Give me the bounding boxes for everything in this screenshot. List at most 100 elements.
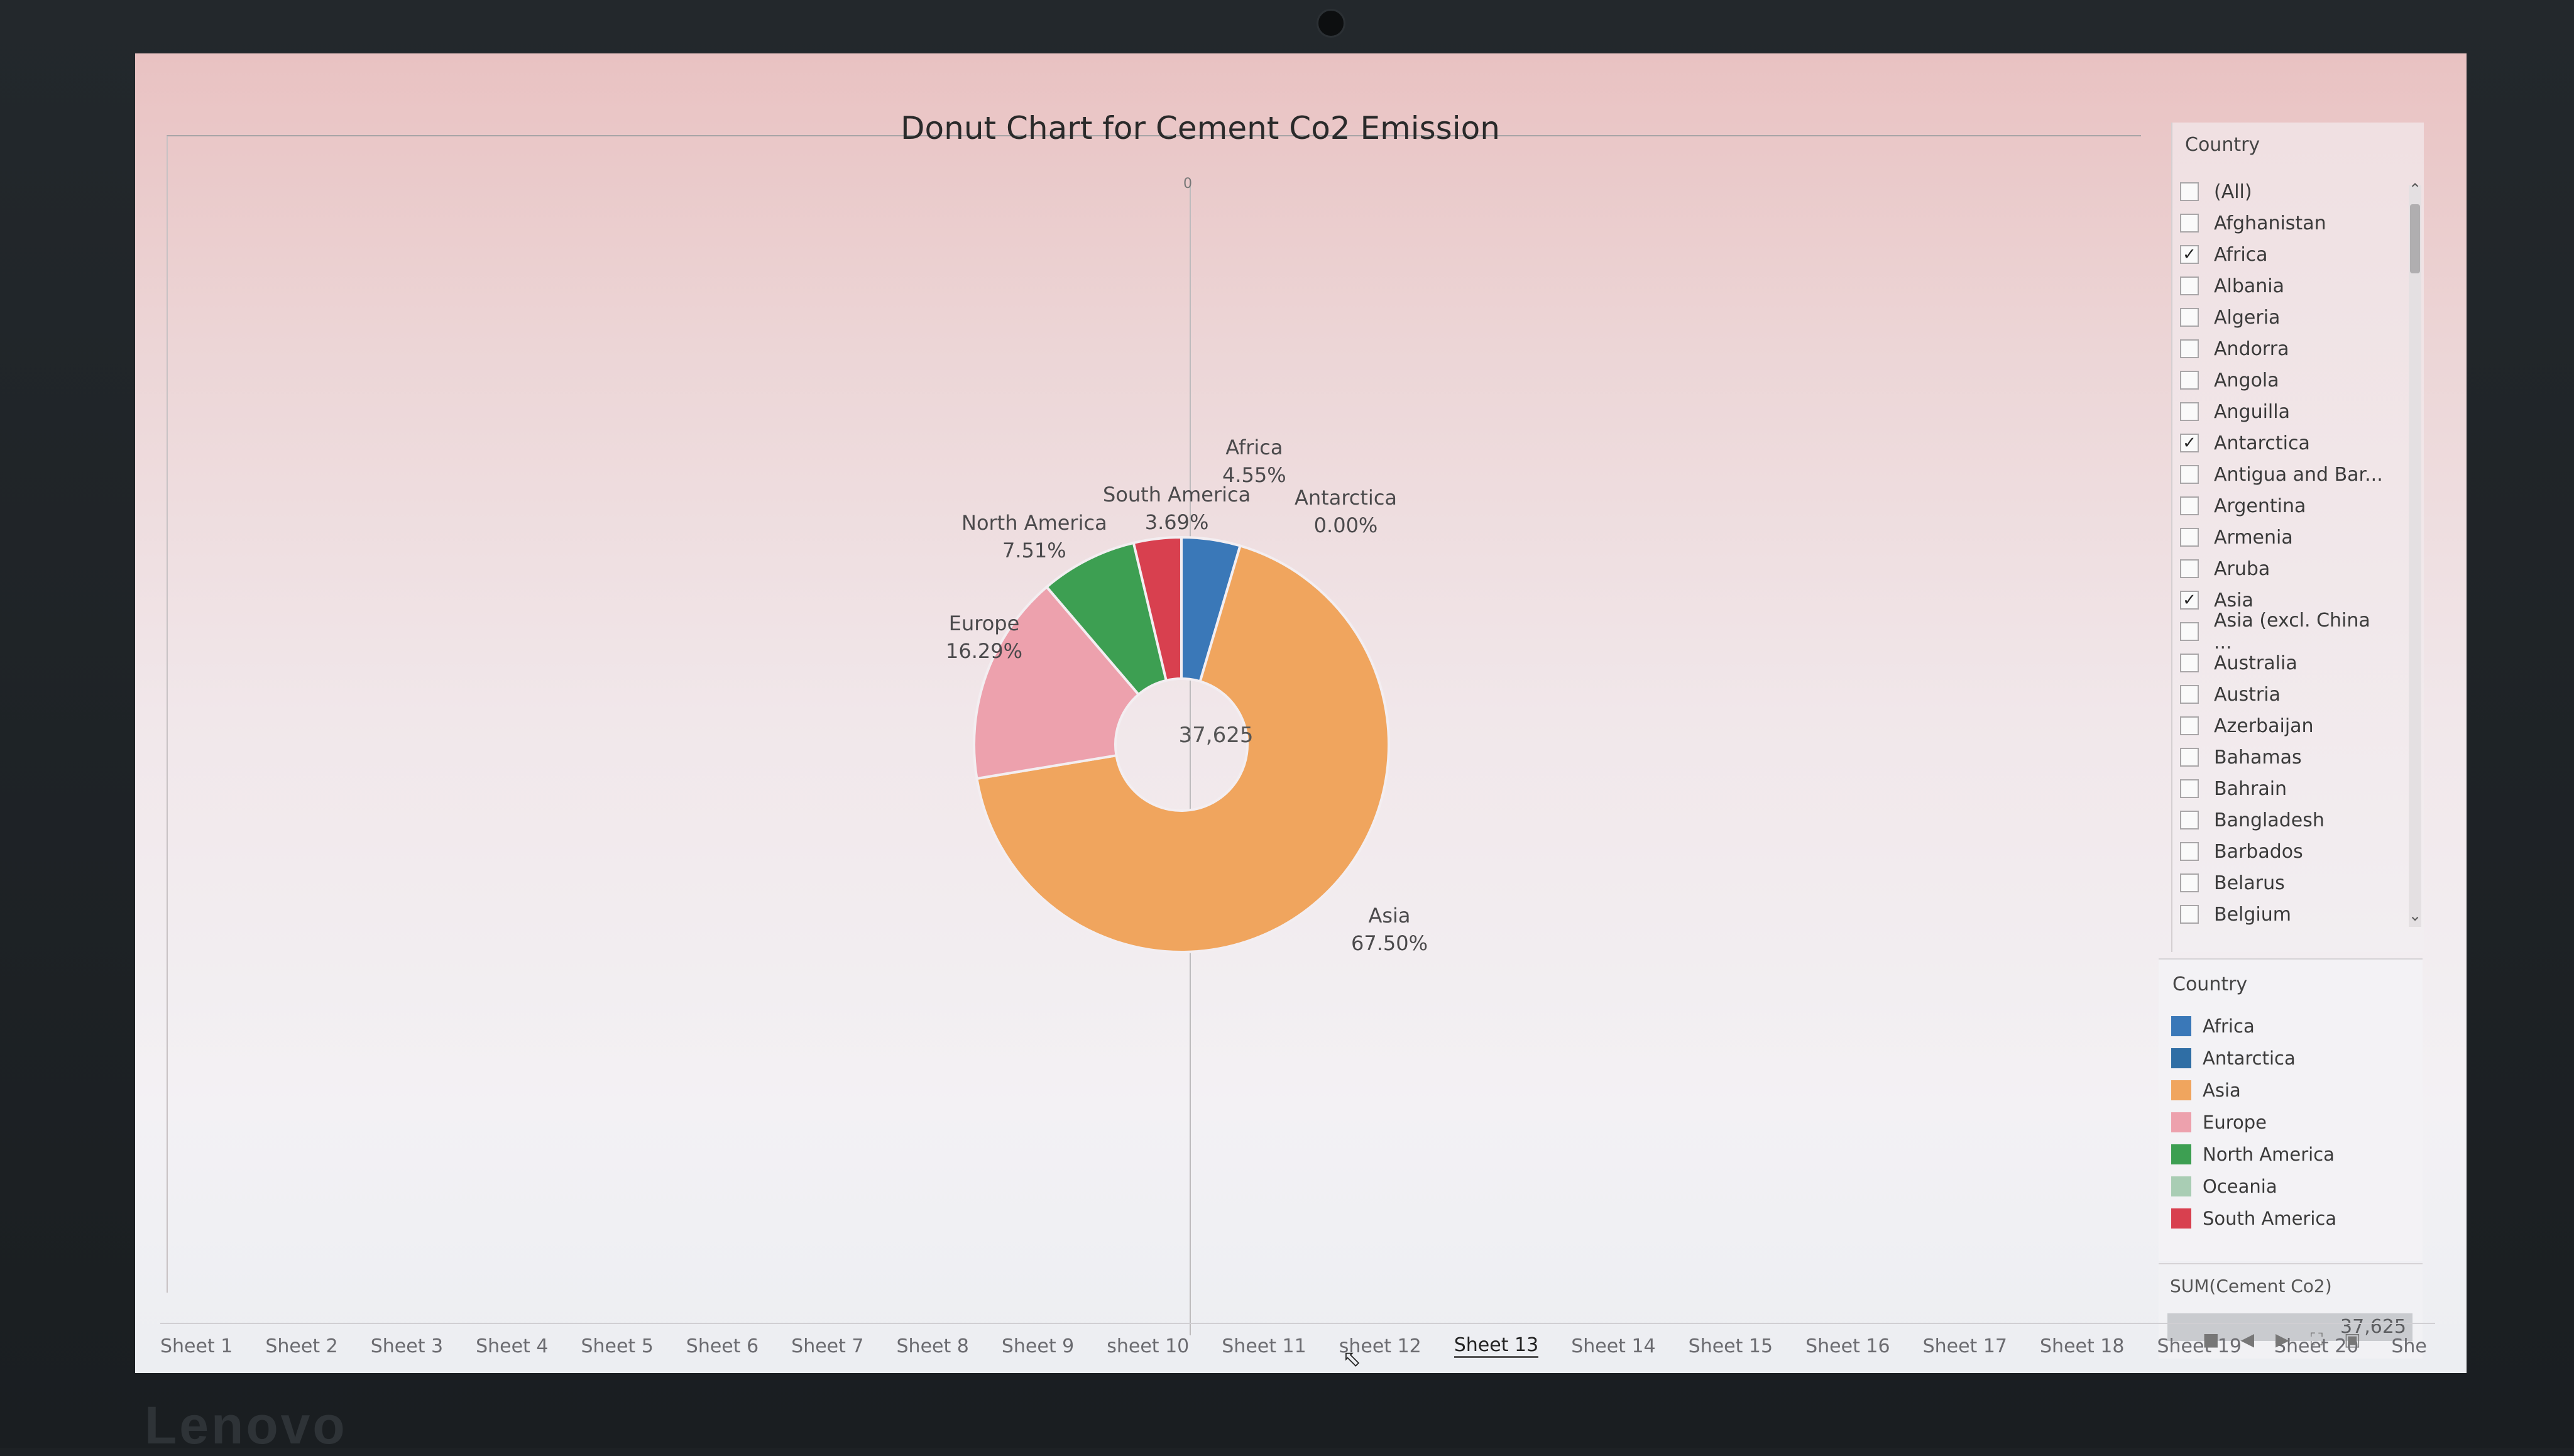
checkbox-checked-icon[interactable]: ✓	[2180, 245, 2199, 264]
filter-item[interactable]: Asia (excl. China ...	[2180, 610, 2394, 654]
checkbox-icon[interactable]	[2180, 779, 2199, 798]
sheet-tab[interactable]: Sheet 18	[2040, 1335, 2124, 1357]
legend-item[interactable]: South America	[2171, 1202, 2336, 1234]
slice-label-percent: 0.00%	[1313, 513, 1378, 537]
checkbox-icon[interactable]	[2180, 402, 2199, 421]
sheet-tab[interactable]: Sheet 13	[1454, 1334, 1539, 1358]
sheet-tab[interactable]: Sheet 3	[371, 1335, 443, 1357]
filter-item[interactable]: (All)	[2180, 176, 2394, 207]
checkbox-icon[interactable]	[2180, 528, 2199, 547]
filter-item[interactable]: Armenia	[2180, 522, 2394, 553]
filter-item-label: Angola	[2214, 369, 2279, 391]
checkbox-icon[interactable]	[2180, 339, 2199, 358]
next-sheet-icon[interactable]: ▶	[2276, 1329, 2289, 1350]
filter-item[interactable]: Afghanistan	[2180, 207, 2394, 239]
checkbox-icon[interactable]	[2180, 559, 2199, 578]
legend-item[interactable]: Oceania	[2171, 1170, 2336, 1202]
sheet-tab[interactable]: Sheet 5	[581, 1335, 653, 1357]
checkbox-icon[interactable]	[2180, 654, 2199, 672]
checkbox-checked-icon[interactable]: ✓	[2180, 434, 2199, 452]
sheet-tab[interactable]: Sheet 9	[1002, 1335, 1074, 1357]
filter-scrollbar[interactable]: ⌃ ⌄	[2409, 180, 2421, 927]
filter-item[interactable]: Belgium	[2180, 899, 2394, 930]
filter-item[interactable]: Angola	[2180, 364, 2394, 396]
sheet-tab[interactable]: Sheet 8	[897, 1335, 969, 1357]
filter-item[interactable]: Bahrain	[2180, 773, 2394, 804]
filter-item[interactable]: Bahamas	[2180, 742, 2394, 773]
sheet-tab[interactable]: Sheet 7	[791, 1335, 863, 1357]
filter-item-label: Andorra	[2214, 337, 2289, 360]
measure-title: SUM(Cement Co2)	[2170, 1276, 2332, 1296]
filter-item[interactable]: Algeria	[2180, 302, 2394, 333]
checkbox-icon[interactable]	[2180, 214, 2199, 233]
legend-item[interactable]: Africa	[2171, 1010, 2336, 1042]
scroll-thumb[interactable]	[2410, 204, 2420, 273]
sheet-tab[interactable]: Sheet 11	[1222, 1335, 1306, 1357]
filter-item[interactable]: Barbados	[2180, 836, 2394, 867]
filter-item[interactable]: Bangladesh	[2180, 804, 2394, 836]
filter-item[interactable]: Antigua and Bar...	[2180, 459, 2394, 490]
checkbox-icon[interactable]	[2180, 276, 2199, 295]
filter-item[interactable]: Albania	[2180, 270, 2394, 302]
checkbox-icon[interactable]	[2180, 811, 2199, 829]
sheet-tab[interactable]: sheet 10	[1107, 1335, 1189, 1357]
sheet-tab[interactable]: Sheet 15	[1689, 1335, 1773, 1357]
fullscreen-icon[interactable]: ⛶	[2311, 1329, 2323, 1350]
filter-item[interactable]: Aruba	[2180, 553, 2394, 584]
sheet-tab[interactable]: Sheet 4	[476, 1335, 548, 1357]
filter-item[interactable]: ✓ Africa	[2180, 239, 2394, 270]
filter-item-label: Anguilla	[2214, 400, 2290, 423]
legend-item-label: South America	[2203, 1207, 2337, 1229]
slice-label-europe: Europe 16.29%	[946, 610, 1022, 665]
legend-item[interactable]: Antarctica	[2171, 1042, 2336, 1074]
checkbox-icon[interactable]	[2180, 622, 2199, 641]
chevron-down-icon[interactable]: ⌄	[2409, 907, 2421, 924]
mouse-cursor-icon: ⬁	[1342, 1346, 1362, 1372]
slice-label-percent: 16.29%	[946, 639, 1023, 663]
filter-item[interactable]: Andorra	[2180, 333, 2394, 364]
legend-swatch	[2171, 1144, 2191, 1164]
filter-item-label: (All)	[2214, 180, 2252, 203]
sheet-tab[interactable]: Sheet 6	[686, 1335, 759, 1357]
sheet-tab[interactable]: Sheet 1	[160, 1335, 233, 1357]
sheet-tab[interactable]: Sheet 17	[1923, 1335, 2007, 1357]
checkbox-icon[interactable]	[2180, 182, 2199, 201]
checkbox-icon[interactable]	[2180, 685, 2199, 704]
filter-item-label: Azerbaijan	[2214, 714, 2314, 737]
checkbox-icon[interactable]	[2180, 873, 2199, 892]
checkbox-icon[interactable]	[2180, 308, 2199, 327]
checkbox-icon[interactable]	[2180, 465, 2199, 484]
checkbox-icon[interactable]	[2180, 842, 2199, 861]
sheet-tab[interactable]: She	[2391, 1335, 2427, 1357]
checkbox-icon[interactable]	[2180, 371, 2199, 390]
grid-icon[interactable]: ■	[2203, 1329, 2219, 1350]
color-legend-panel: Country Africa Antarctica Asia Europe North …	[2159, 958, 2423, 1261]
filter-item[interactable]: Austria	[2180, 679, 2394, 710]
checkbox-icon[interactable]	[2180, 905, 2199, 924]
legend-swatch	[2171, 1208, 2191, 1229]
sheet-tab[interactable]: Sheet 2	[265, 1335, 337, 1357]
filter-item[interactable]: Azerbaijan	[2180, 710, 2394, 742]
filter-item[interactable]: Belarus	[2180, 867, 2394, 899]
brand-logo: Lenovo	[145, 1396, 348, 1455]
checkbox-icon[interactable]	[2180, 748, 2199, 767]
filter-item[interactable]: Argentina	[2180, 490, 2394, 522]
legend-item[interactable]: North America	[2171, 1138, 2336, 1170]
filter-item[interactable]: ✓ Antarctica	[2180, 427, 2394, 459]
donut-center-total: 37,625	[1178, 723, 1254, 748]
checkbox-icon[interactable]	[2180, 716, 2199, 735]
donut-chart[interactable]	[135, 53, 2146, 1310]
filter-item-label: Bahrain	[2214, 777, 2287, 800]
checkbox-icon[interactable]	[2180, 496, 2199, 515]
slice-label-percent: 3.69%	[1144, 510, 1209, 534]
sheet-tab[interactable]: Sheet 16	[1805, 1335, 1890, 1357]
chevron-up-icon[interactable]: ⌃	[2409, 180, 2421, 198]
filter-item-label: Africa	[2214, 243, 2268, 266]
legend-item[interactable]: Europe	[2171, 1106, 2336, 1138]
prev-sheet-icon[interactable]: ◀	[2240, 1329, 2254, 1350]
presentation-icon[interactable]: ▣	[2344, 1329, 2360, 1350]
legend-item[interactable]: Asia	[2171, 1074, 2336, 1106]
checkbox-checked-icon[interactable]: ✓	[2180, 591, 2199, 610]
filter-item[interactable]: Anguilla	[2180, 396, 2394, 427]
sheet-tab[interactable]: Sheet 14	[1571, 1335, 1655, 1357]
